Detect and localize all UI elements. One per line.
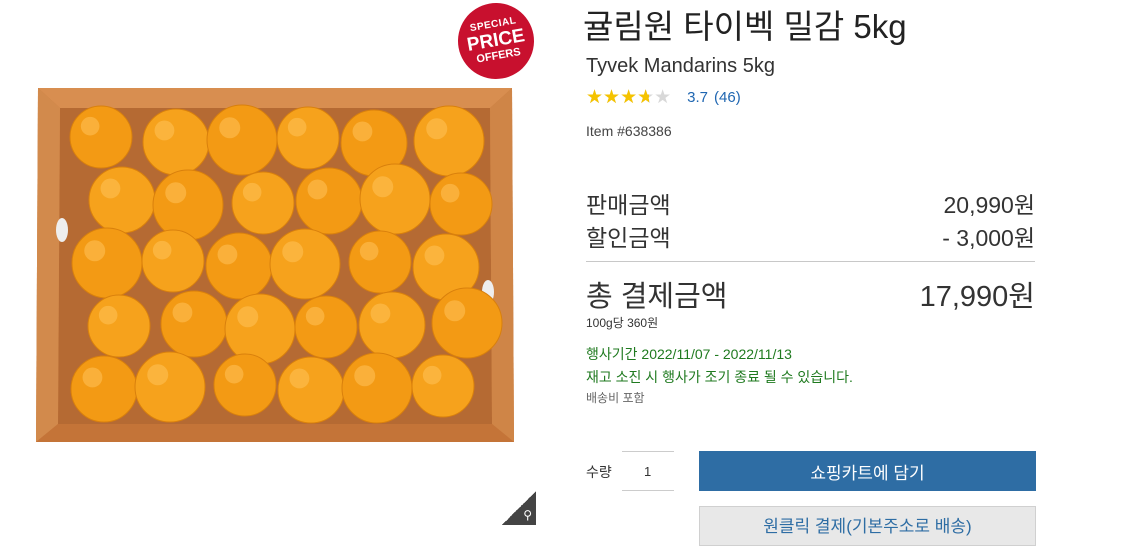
mandarin [358,291,426,359]
mandarin-highlight [242,182,262,202]
mandarin-highlight [80,116,100,136]
mandarin-highlight [165,182,187,204]
one-click-checkout-button[interactable]: 원클릭 결제(기본주소로 배송) [699,506,1036,546]
mandarin-highlight [237,306,259,328]
promo-period: 행사기간 2022/11/07 - 2022/11/13 [586,346,792,362]
mandarin [152,169,224,241]
quantity-input[interactable] [622,451,674,491]
mandarin [69,105,133,169]
mandarin-highlight [422,365,442,385]
mandarin [413,105,485,177]
mandarin [431,287,503,359]
discount-value: - 3,000원 [942,225,1035,251]
mandarin-highlight [289,368,310,389]
mandarin-highlight [307,179,328,200]
shipping-info: 배송비 포함 [586,391,645,405]
mandarin [224,293,296,365]
unit-price: 100g당 360원 [586,316,659,330]
mandarin [206,104,278,176]
mandarin [70,355,138,423]
mandarin-highlight [352,121,373,142]
star-rating-icon: ★★★★★ ★★★★★ [586,87,672,108]
mandarin [88,166,156,234]
mandarin [429,172,493,236]
mandarin [277,356,345,424]
mandarin [160,290,228,358]
product-image-area[interactable]: SPECIAL PRICE OFFERS ⚲ [0,0,541,528]
mandarin-highlight [359,241,379,261]
review-count-link[interactable]: (46) [714,89,741,106]
mandarin [294,295,358,359]
product-subtitle: Tyvek Mandarins 5kg [586,55,775,77]
mandarin [348,230,412,294]
mandarin-highlight [440,183,460,203]
mandarin [87,294,151,358]
mandarin-highlight [217,244,238,265]
item-number: Item #638386 [586,123,672,139]
mandarin [142,108,210,176]
zoom-button[interactable]: ⚲ [502,491,536,525]
mandarin [341,352,413,424]
mandarin-highlight [424,245,445,266]
discount-label: 할인금액 [586,225,671,251]
mandarin-highlight [98,305,118,325]
mandarin [269,228,341,300]
mandarin-highlight [444,300,466,322]
product-title: 귤림원 타이벡 밀감 5kg [583,8,907,45]
total-price-label: 총 결제금액 [586,281,728,313]
mandarin-highlight [82,367,103,388]
mandarin [134,351,206,423]
total-price-value: 17,990원 [919,281,1035,313]
mandarin [141,229,205,293]
mandarin-highlight [354,365,376,387]
promo-notice: 재고 소진 시 행사가 조기 종료 될 수 있습니다. [586,369,853,385]
product-rating[interactable]: ★★★★★ ★★★★★ 3.7 (46) [586,88,741,107]
sale-price-value: 20,990원 [943,192,1035,218]
mandarin [205,232,273,300]
rating-score[interactable]: 3.7 [687,89,708,106]
add-to-cart-button[interactable]: 쇼핑카트에 담기 [699,451,1036,491]
mandarin-highlight [282,241,304,263]
mandarin-highlight [219,117,241,139]
mandarin-highlight [370,303,391,324]
mandarin-highlight [172,302,193,323]
quantity-label: 수량 [586,464,612,480]
sale-price-row: 판매금액 20,990원 [586,186,1035,220]
mandarin [276,106,340,170]
mandarin-highlight [305,306,325,326]
mandarin-highlight [152,240,172,260]
mandarin-highlight [426,118,448,140]
mandarin [295,167,363,235]
magnifier-icon: ⚲ [523,508,532,522]
total-price-row: 총 결제금액 17,990원 [586,273,1035,315]
mandarin [71,227,143,299]
mandarin [411,354,475,418]
mandarin-highlight [154,120,175,141]
mandarin [213,353,277,417]
mandarin-highlight [224,364,244,384]
mandarin-highlight [287,117,307,137]
product-image[interactable] [0,0,540,528]
discount-row: 할인금액 - 3,000원 [586,219,1035,253]
mandarin-highlight [100,178,121,199]
mandarin-highlight [372,176,394,198]
mandarin [359,163,431,235]
mandarin-highlight [84,240,106,262]
mandarin-highlight [147,364,169,386]
mandarin [231,171,295,235]
price-divider [586,261,1035,262]
sale-price-label: 판매금액 [586,192,671,218]
